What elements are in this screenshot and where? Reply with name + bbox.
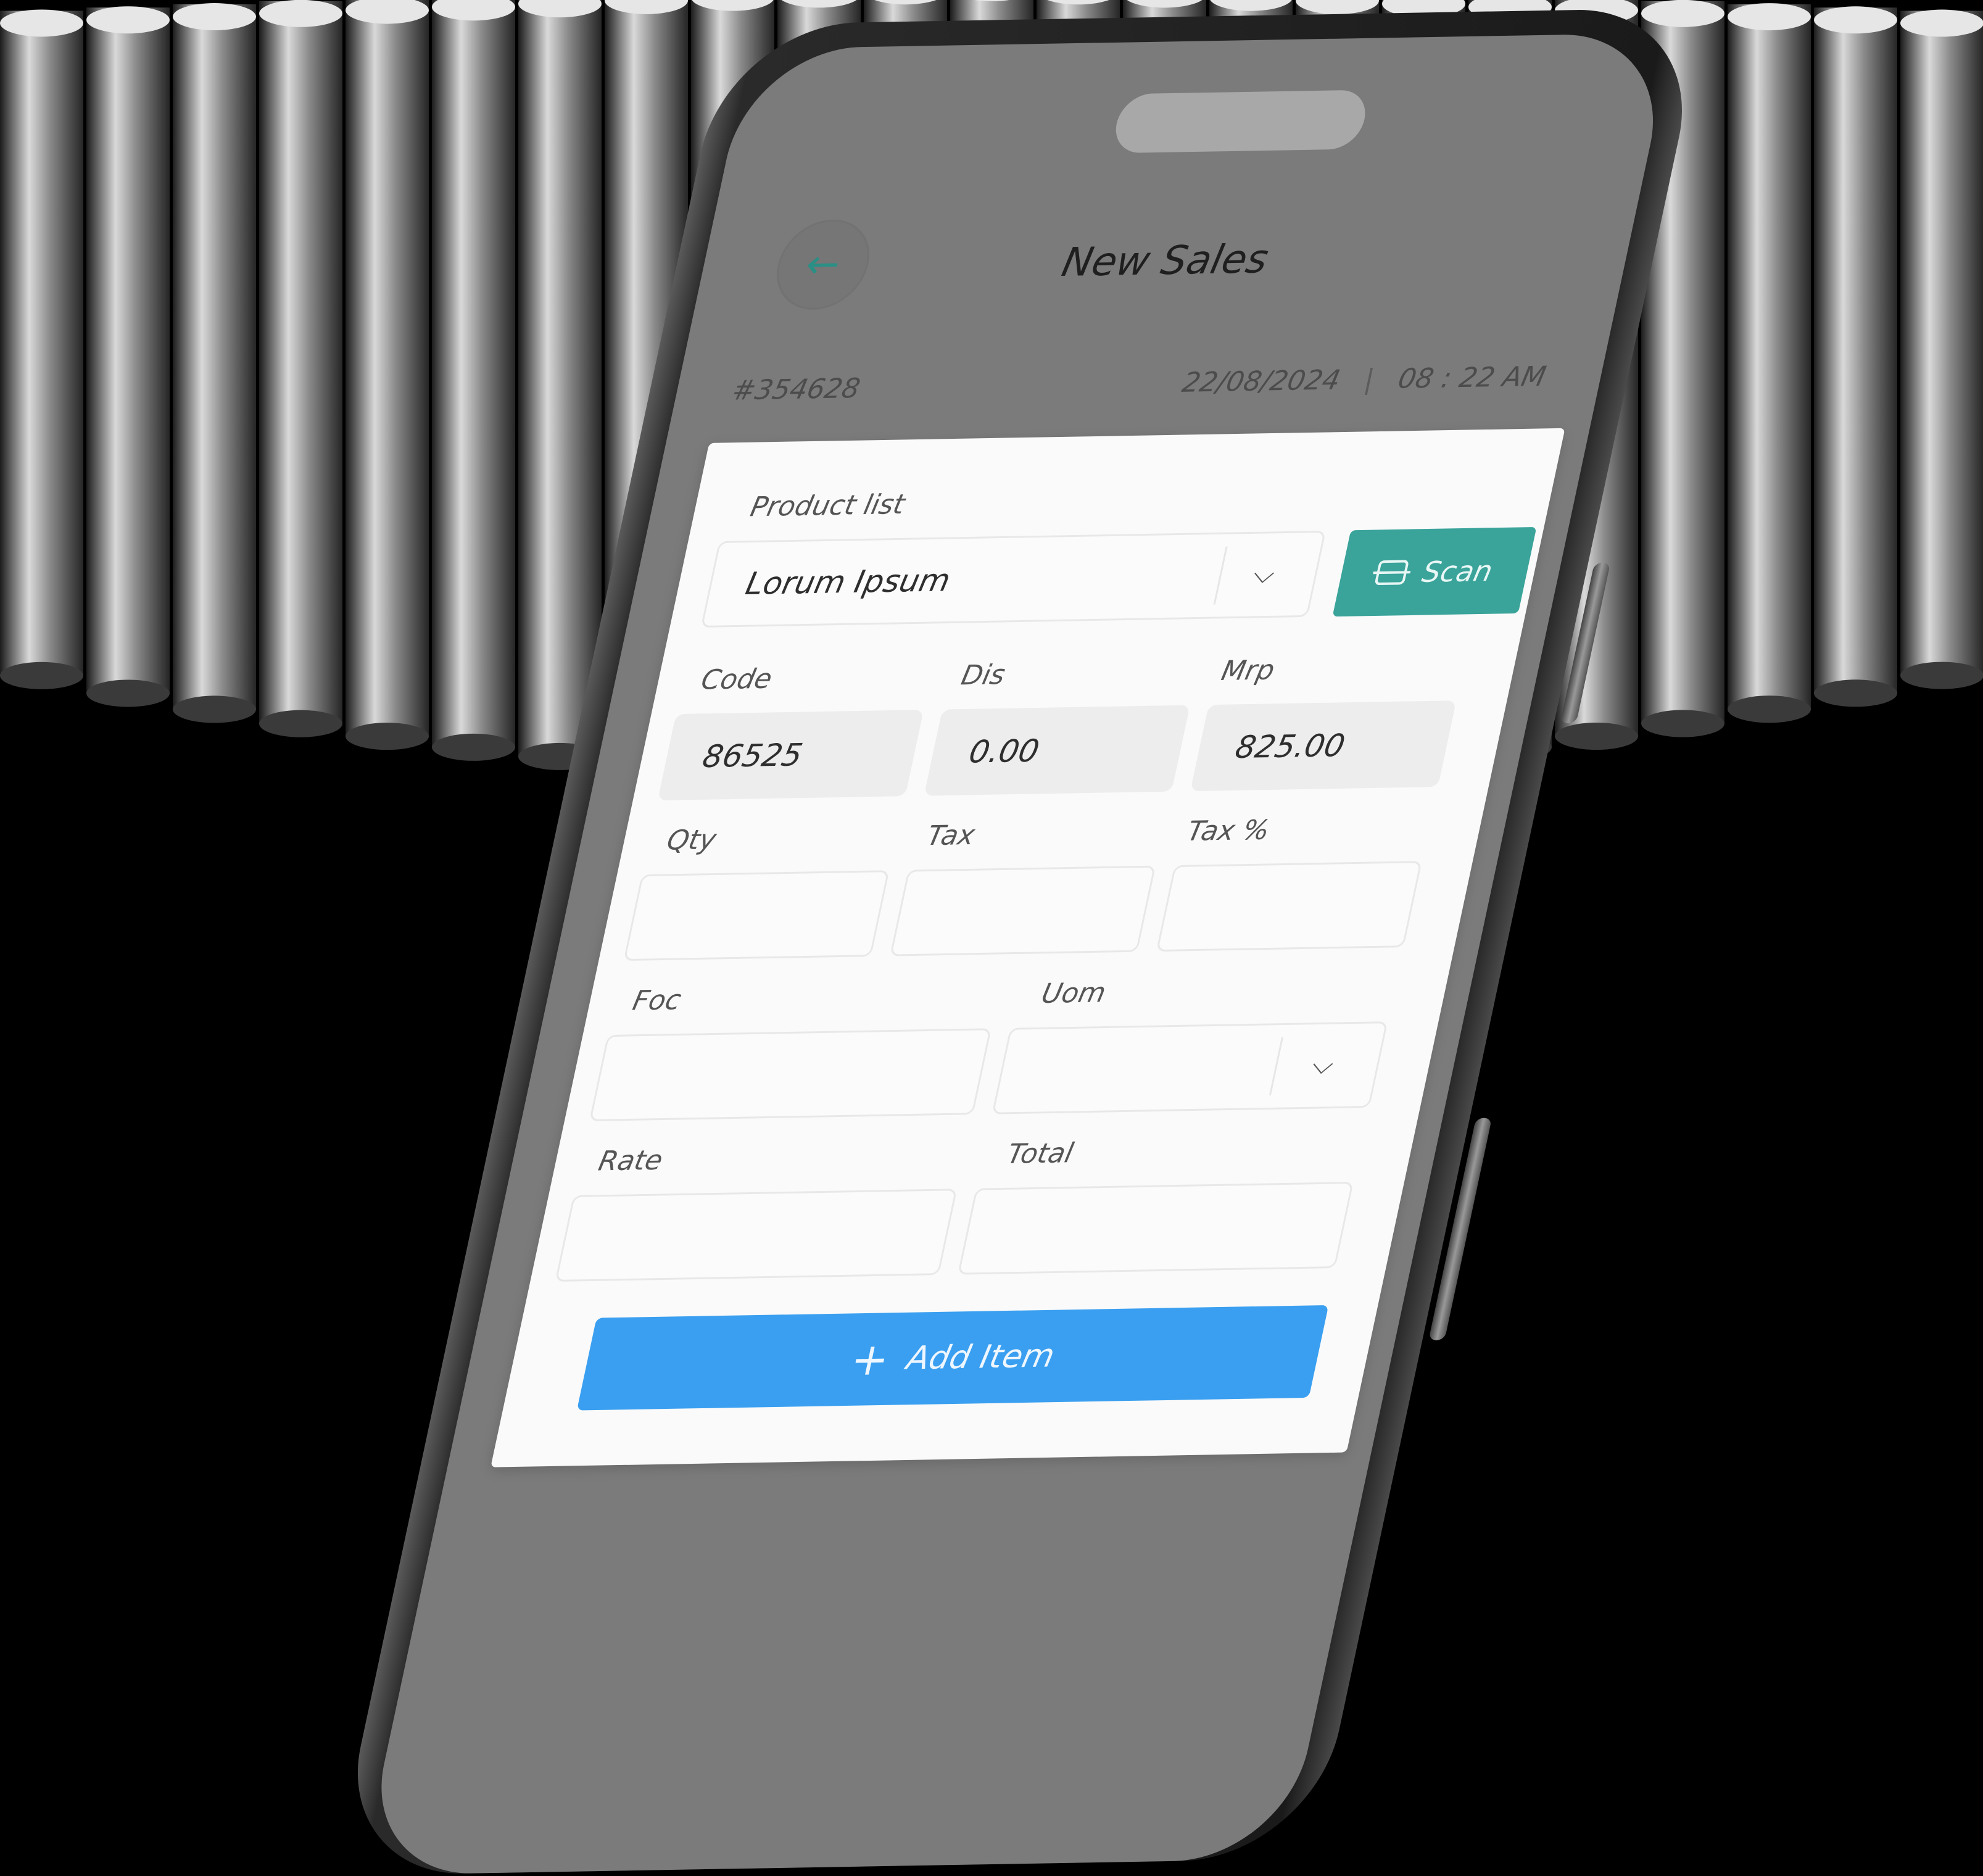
order-datetime: 22/08/2024 | 08 : 22 AM xyxy=(1180,361,1549,399)
cylinder xyxy=(1728,4,1811,710)
side-button xyxy=(1428,1118,1492,1340)
product-list-label: Product list xyxy=(747,489,908,523)
cylinder-top xyxy=(1900,9,1983,37)
code-field[interactable]: 86525 xyxy=(657,710,924,801)
side-button xyxy=(1560,562,1611,724)
cylinder-top xyxy=(173,3,256,31)
code-value: 86525 xyxy=(699,737,806,775)
cylinder-top xyxy=(259,0,342,27)
dis-label: Dis xyxy=(958,659,1008,692)
product-list-value: Lorum Ipsum xyxy=(742,562,954,602)
phone-mockup: ← New Sales #354628 22/08/2024 | 08 : 22… xyxy=(333,7,1707,1876)
total-label: Total xyxy=(1004,1137,1077,1170)
add-item-label: Add Item xyxy=(903,1337,1058,1377)
add-item-button[interactable]: + Add Item xyxy=(576,1305,1329,1411)
sales-form-card: Product list Lorum Ipsum ⌵ Scan Code Dis… xyxy=(491,428,1565,1467)
app-screen: ← New Sales #354628 22/08/2024 | 08 : 22… xyxy=(360,33,1675,1875)
foc-input[interactable] xyxy=(589,1028,992,1122)
foc-label: Foc xyxy=(629,984,684,1017)
plus-icon: + xyxy=(846,1333,895,1386)
dis-value: 0.00 xyxy=(966,733,1043,770)
cylinder xyxy=(86,7,170,694)
qty-input[interactable] xyxy=(623,870,890,961)
cylinder-base xyxy=(0,662,83,689)
separator: | xyxy=(1361,363,1378,396)
mrp-field[interactable]: 825.00 xyxy=(1190,700,1457,792)
cylinder-base xyxy=(173,695,256,723)
tax-percent-label: Tax % xyxy=(1184,814,1273,847)
chevron-down-icon: ⌵ xyxy=(1309,1048,1337,1081)
mrp-value: 825.00 xyxy=(1232,728,1349,766)
uom-select[interactable]: ⌵ xyxy=(992,1021,1388,1114)
rate-label: Rate xyxy=(595,1144,666,1177)
uom-label: Uom xyxy=(1038,977,1109,1010)
chevron-down-icon: ⌵ xyxy=(1250,558,1278,590)
cylinder-top xyxy=(86,6,170,34)
scan-icon xyxy=(1374,560,1410,586)
tax-percent-input[interactable] xyxy=(1156,861,1423,952)
dis-field[interactable]: 0.00 xyxy=(924,705,1190,796)
cylinder-base xyxy=(259,710,342,737)
cylinder xyxy=(173,4,256,710)
tax-input[interactable] xyxy=(889,865,1156,957)
cylinder xyxy=(1900,10,1983,676)
product-list-select[interactable]: Lorum Ipsum ⌵ xyxy=(700,530,1327,628)
scan-button[interactable]: Scan xyxy=(1332,526,1537,617)
mrp-label: Mrp xyxy=(1219,654,1278,687)
rate-input[interactable] xyxy=(555,1189,958,1282)
scan-button-label: Scan xyxy=(1419,554,1496,589)
cylinder xyxy=(1814,7,1897,694)
order-number: #354628 xyxy=(729,372,863,407)
cylinder-top xyxy=(1814,6,1897,34)
cylinder-base xyxy=(1900,662,1983,689)
qty-label: Qty xyxy=(664,824,719,857)
code-label: Code xyxy=(698,663,775,696)
dynamic-island xyxy=(1110,89,1371,154)
cylinder xyxy=(259,1,342,724)
order-meta: #354628 22/08/2024 | 08 : 22 AM xyxy=(729,361,1549,407)
phone-body: ← New Sales #354628 22/08/2024 | 08 : 22… xyxy=(333,7,1707,1876)
cylinder-base xyxy=(1814,679,1897,707)
order-date: 22/08/2024 xyxy=(1179,364,1344,399)
cylinder-top xyxy=(0,9,83,37)
select-divider xyxy=(1269,1037,1283,1095)
cylinder-base xyxy=(346,723,429,750)
cylinder xyxy=(346,0,429,737)
order-time: 08 : 22 AM xyxy=(1395,360,1549,395)
cylinder-base xyxy=(1728,695,1811,723)
total-input[interactable] xyxy=(957,1182,1354,1275)
select-divider xyxy=(1213,546,1228,605)
cylinder-base xyxy=(86,679,170,707)
cylinder-top xyxy=(1641,0,1724,27)
cylinder xyxy=(0,10,83,676)
cylinder-top xyxy=(1728,3,1811,31)
tax-label: Tax xyxy=(924,819,978,852)
